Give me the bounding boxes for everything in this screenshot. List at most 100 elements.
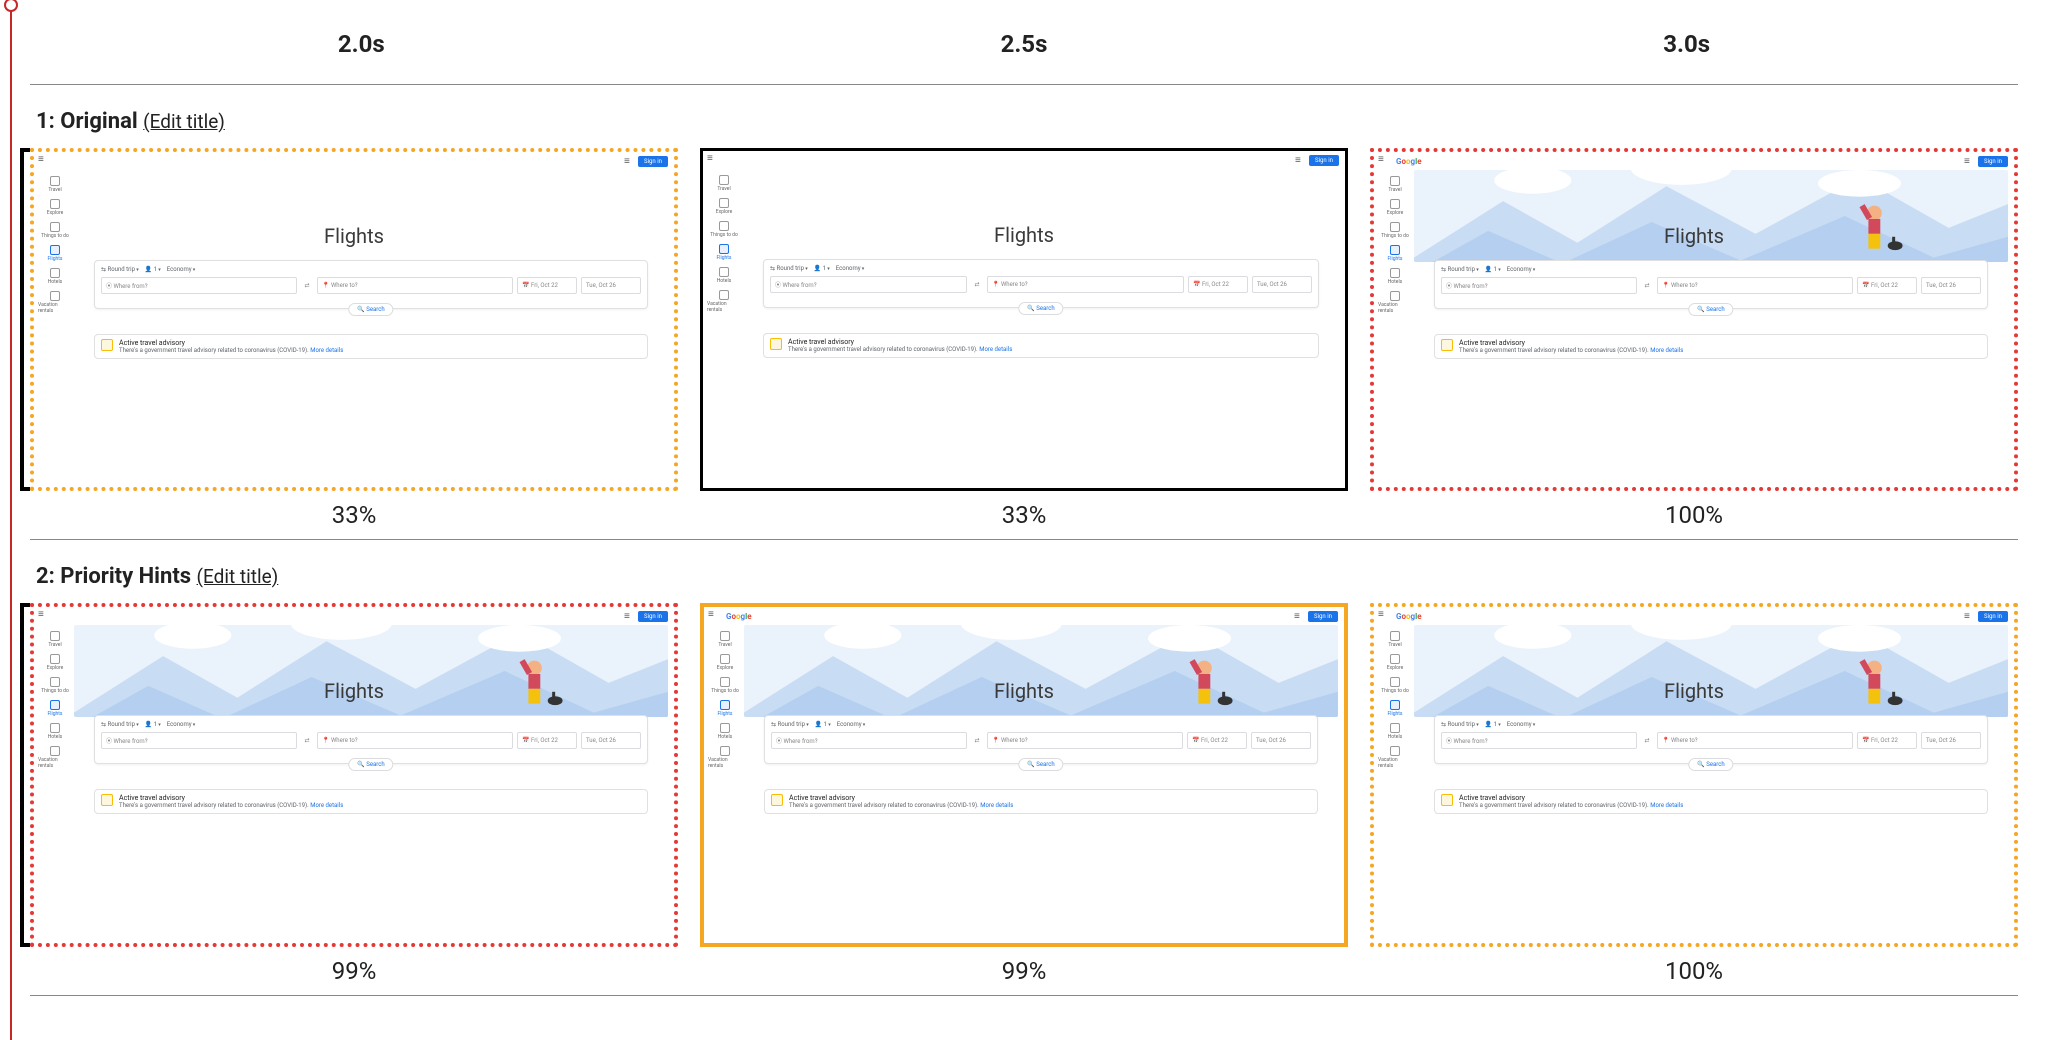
from-input[interactable]: ⦿ Where from? [101, 277, 297, 294]
apps-icon[interactable] [1964, 158, 1972, 166]
trip-type-select[interactable]: ⇆ Round trip [101, 266, 139, 273]
sidebar-item-5[interactable]: Vacation rentals [707, 290, 741, 313]
sidebar-item-5[interactable]: Vacation rentals [38, 291, 72, 314]
date-back-input[interactable]: Tue, Oct 26 [1921, 732, 1981, 749]
swap-icon[interactable]: ⇄ [1641, 277, 1653, 294]
apps-icon[interactable] [1294, 613, 1302, 621]
to-input[interactable]: 📍 Where to? [1657, 277, 1853, 294]
swap-icon[interactable]: ⇄ [301, 277, 313, 294]
apps-icon[interactable] [624, 613, 632, 621]
to-input[interactable]: 📍 Where to? [317, 732, 513, 749]
date-out-input[interactable]: 📅 Fri, Oct 22 [517, 277, 577, 294]
sidebar-item-0[interactable]: Travel [1378, 176, 1412, 193]
sign-in-button[interactable]: Sign in [1978, 611, 2008, 622]
trip-type-select[interactable]: ⇆ Round trip [1441, 721, 1479, 728]
date-out-input[interactable]: 📅 Fri, Oct 22 [1188, 276, 1248, 293]
to-input[interactable]: 📍 Where to? [1657, 732, 1853, 749]
sidebar-item-4[interactable]: Hotels [38, 723, 72, 740]
sign-in-button[interactable]: Sign in [1308, 611, 1338, 622]
trip-type-select[interactable]: ⇆ Round trip [1441, 266, 1479, 273]
passenger-select[interactable]: 👤 1 [1485, 721, 1501, 728]
from-input[interactable]: ⦿ Where from? [771, 732, 967, 749]
sidebar-item-0[interactable]: Travel [708, 631, 742, 648]
apps-icon[interactable] [1964, 613, 1972, 621]
advisory-link[interactable]: More details [310, 802, 343, 809]
search-button[interactable]: 🔍 Search [348, 303, 393, 316]
sidebar-item-1[interactable]: Explore [707, 198, 741, 215]
edit-title-link[interactable]: (Edit title) [197, 565, 279, 588]
swap-icon[interactable]: ⇄ [301, 732, 313, 749]
sign-in-button[interactable]: Sign in [638, 611, 668, 622]
sidebar-item-5[interactable]: Vacation rentals [708, 746, 742, 769]
passenger-select[interactable]: 👤 1 [1485, 266, 1501, 273]
advisory-link[interactable]: More details [310, 347, 343, 354]
search-button[interactable]: 🔍 Search [1688, 758, 1733, 771]
filmstrip-frame[interactable]: ≡ Google Sign in Travel Explore Things t… [1370, 603, 2018, 946]
edit-title-link[interactable]: (Edit title) [143, 110, 225, 133]
swap-icon[interactable]: ⇄ [1641, 732, 1653, 749]
search-button[interactable]: 🔍 Search [1688, 303, 1733, 316]
advisory-link[interactable]: More details [1650, 802, 1683, 809]
filmstrip-frame[interactable]: ≡ Sign in Travel Explore Things to do Fl… [30, 603, 678, 946]
cabin-select[interactable]: Economy [1507, 266, 1536, 273]
from-input[interactable]: ⦿ Where from? [770, 276, 967, 293]
swap-icon[interactable]: ⇄ [971, 732, 983, 749]
sidebar-item-5[interactable]: Vacation rentals [1378, 291, 1412, 314]
sidebar-item-5[interactable]: Vacation rentals [38, 746, 72, 769]
trip-type-select[interactable]: ⇆ Round trip [101, 721, 139, 728]
date-out-input[interactable]: 📅 Fri, Oct 22 [1857, 277, 1917, 294]
sidebar-item-4[interactable]: Hotels [708, 723, 742, 740]
to-input[interactable]: 📍 Where to? [987, 276, 1184, 293]
sidebar-item-4[interactable]: Hotels [1378, 268, 1412, 285]
advisory-link[interactable]: More details [979, 346, 1012, 353]
sidebar-item-1[interactable]: Explore [708, 654, 742, 671]
apps-icon[interactable] [1295, 157, 1303, 165]
apps-icon[interactable] [624, 158, 632, 166]
sign-in-button[interactable]: Sign in [1978, 156, 2008, 167]
sidebar-item-4[interactable]: Hotels [38, 268, 72, 285]
hamburger-icon[interactable]: ≡ [38, 156, 46, 164]
cabin-select[interactable]: Economy [837, 721, 866, 728]
sidebar-item-4[interactable]: Hotels [1378, 723, 1412, 740]
filmstrip-frame[interactable]: ≡ Sign in Travel Explore Things to do Fl… [30, 148, 678, 491]
filmstrip-frame[interactable]: ≡ Google Sign in Travel Explore Things t… [1370, 148, 2018, 491]
filmstrip-frame[interactable]: ≡ Sign in Travel Explore Things to do Fl… [700, 148, 1348, 491]
cabin-select[interactable]: Economy [167, 721, 196, 728]
advisory-link[interactable]: More details [1650, 347, 1683, 354]
passenger-select[interactable]: 👤 1 [145, 721, 161, 728]
sidebar-item-0[interactable]: Travel [38, 176, 72, 193]
date-back-input[interactable]: Tue, Oct 26 [1251, 732, 1311, 749]
from-input[interactable]: ⦿ Where from? [1441, 277, 1637, 294]
hamburger-icon[interactable]: ≡ [38, 611, 46, 619]
to-input[interactable]: 📍 Where to? [317, 277, 513, 294]
search-button[interactable]: 🔍 Search [1018, 758, 1063, 771]
date-back-input[interactable]: Tue, Oct 26 [581, 732, 641, 749]
cabin-select[interactable]: Economy [167, 266, 196, 273]
swap-icon[interactable]: ⇄ [971, 276, 983, 293]
advisory-link[interactable]: More details [980, 802, 1013, 809]
date-back-input[interactable]: Tue, Oct 26 [1252, 276, 1312, 293]
passenger-select[interactable]: 👤 1 [814, 265, 830, 272]
hamburger-icon[interactable]: ≡ [708, 611, 716, 619]
sidebar-item-0[interactable]: Travel [1378, 631, 1412, 648]
date-out-input[interactable]: 📅 Fri, Oct 22 [1857, 732, 1917, 749]
sidebar-item-1[interactable]: Explore [1378, 654, 1412, 671]
date-out-input[interactable]: 📅 Fri, Oct 22 [1187, 732, 1247, 749]
filmstrip-frame[interactable]: ≡ Google Sign in Travel Explore Things t… [700, 603, 1348, 946]
sign-in-button[interactable]: Sign in [638, 156, 668, 167]
sidebar-item-0[interactable]: Travel [38, 631, 72, 648]
sidebar-item-1[interactable]: Explore [1378, 199, 1412, 216]
hamburger-icon[interactable]: ≡ [1378, 611, 1386, 619]
search-button[interactable]: 🔍 Search [1018, 302, 1063, 315]
cabin-select[interactable]: Economy [1507, 721, 1536, 728]
date-back-input[interactable]: Tue, Oct 26 [581, 277, 641, 294]
sidebar-item-4[interactable]: Hotels [707, 267, 741, 284]
trip-type-select[interactable]: ⇆ Round trip [770, 265, 808, 272]
passenger-select[interactable]: 👤 1 [815, 721, 831, 728]
trip-type-select[interactable]: ⇆ Round trip [771, 721, 809, 728]
passenger-select[interactable]: 👤 1 [145, 266, 161, 273]
from-input[interactable]: ⦿ Where from? [1441, 732, 1637, 749]
sign-in-button[interactable]: Sign in [1309, 155, 1339, 166]
to-input[interactable]: 📍 Where to? [987, 732, 1183, 749]
sidebar-item-0[interactable]: Travel [707, 175, 741, 192]
